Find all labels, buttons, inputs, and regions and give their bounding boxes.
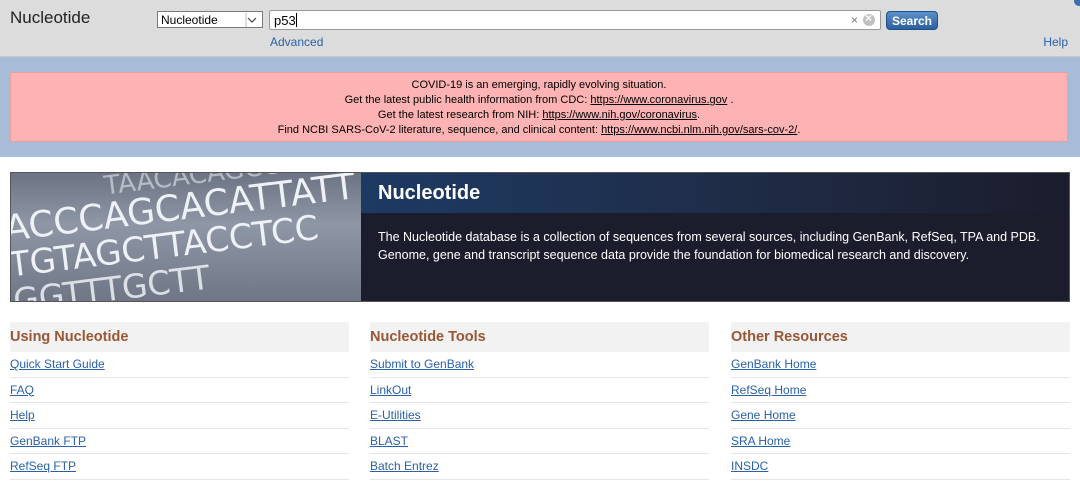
sra-home-link[interactable]: SRA Home [731,434,790,448]
insdc-link[interactable]: INSDC [731,459,768,473]
search-bar: Nucleotide Nucleotide p53 × Search Advan… [0,0,1080,57]
list-item: Gene Home [731,403,1070,429]
column-heading: Nucleotide Tools [370,322,709,352]
list-item: BLAST [370,429,709,455]
list-item: Help [10,403,349,429]
clear-x-icon[interactable]: × [851,13,858,27]
dna-sequence-image: TAACACAGCCTA ACCCAGCACATTATT TGTAGCTTACC… [11,173,361,301]
batch-entrez-link[interactable]: Batch Entrez [370,459,439,473]
quick-start-guide-link[interactable]: Quick Start Guide [10,357,105,371]
advanced-search-link[interactable]: Advanced [270,35,323,49]
clear-circle-icon[interactable] [863,11,875,26]
list-item: Quick Start Guide [10,352,349,378]
search-input[interactable]: p53 × [269,10,881,30]
hero-description: The Nucleotide database is a collection … [378,230,1040,262]
list-item: Batch Entrez [370,454,709,480]
alert-line-2: Get the latest public health information… [344,94,734,106]
list-item: INSDC [731,454,1070,480]
cdc-link[interactable]: https://www.coronavirus.gov [590,94,727,106]
column-using-nucleotide: Using Nucleotide Quick Start Guide FAQ H… [10,322,349,480]
hero-banner: TAACACAGCCTA ACCCAGCACATTATT TGTAGCTTACC… [10,172,1070,302]
covid-alert: COVID-19 is an emerging, rapidly evolvin… [10,72,1068,142]
list-item: RefSeq FTP [10,454,349,480]
blast-link[interactable]: BLAST [370,434,408,448]
list-item: Submit to GenBank [370,352,709,378]
nih-link[interactable]: https://www.nih.gov/coronavirus [542,109,697,121]
list-item: RefSeq Home [731,378,1070,404]
alert-line-3: Get the latest research from NIH: https:… [377,109,701,121]
link-list: Quick Start Guide FAQ Help GenBank FTP R… [10,352,349,480]
genbank-ftp-link[interactable]: GenBank FTP [10,434,86,448]
e-utilities-link[interactable]: E-Utilities [370,408,421,422]
dna-letters-graphic: TAACACAGCCTA ACCCAGCACATTATT TGTAGCTTACC… [11,173,359,301]
alert-band: COVID-19 is an emerging, rapidly evolvin… [0,57,1080,157]
list-item: GenBank FTP [10,429,349,455]
link-list: GenBank Home RefSeq Home Gene Home SRA H… [731,352,1070,480]
ncbi-sars-cov-2-link[interactable]: https://www.ncbi.nlm.nih.gov/sars-cov-2/ [601,124,797,136]
corner-indicator-icon [1074,0,1080,6]
submit-to-genbank-link[interactable]: Submit to GenBank [370,357,474,371]
column-heading: Other Resources [731,322,1070,352]
text-caret [295,13,297,27]
column-other-resources: Other Resources GenBank Home RefSeq Home… [731,322,1070,480]
page-title: Nucleotide [378,182,481,204]
link-list: Submit to GenBank LinkOut E-Utilities BL… [370,352,709,480]
database-select-value: Nucleotide [161,13,218,27]
search-input-value: p53 [274,13,296,28]
list-item: GenBank Home [731,352,1070,378]
alert-line-4: Find NCBI SARS-CoV-2 literature, sequenc… [277,124,801,136]
help-link[interactable]: Help [1043,35,1068,49]
refseq-ftp-link[interactable]: RefSeq FTP [10,459,76,473]
genbank-home-link[interactable]: GenBank Home [731,357,816,371]
help-doc-link[interactable]: Help [10,408,35,422]
list-item: E-Utilities [370,403,709,429]
list-item: LinkOut [370,378,709,404]
list-item: FAQ [10,378,349,404]
refseq-home-link[interactable]: RefSeq Home [731,383,806,397]
chevron-down-icon [245,13,257,27]
alert-line-1: COVID-19 is an emerging, rapidly evolvin… [411,79,667,91]
column-nucleotide-tools: Nucleotide Tools Submit to GenBank LinkO… [370,322,709,480]
search-button[interactable]: Search [886,11,938,30]
app-title[interactable]: Nucleotide [10,8,90,28]
gene-home-link[interactable]: Gene Home [731,408,796,422]
list-item: SRA Home [731,429,1070,455]
linkout-link[interactable]: LinkOut [370,383,411,397]
database-select[interactable]: Nucleotide [157,11,263,28]
column-heading: Using Nucleotide [10,322,349,352]
faq-link[interactable]: FAQ [10,383,34,397]
